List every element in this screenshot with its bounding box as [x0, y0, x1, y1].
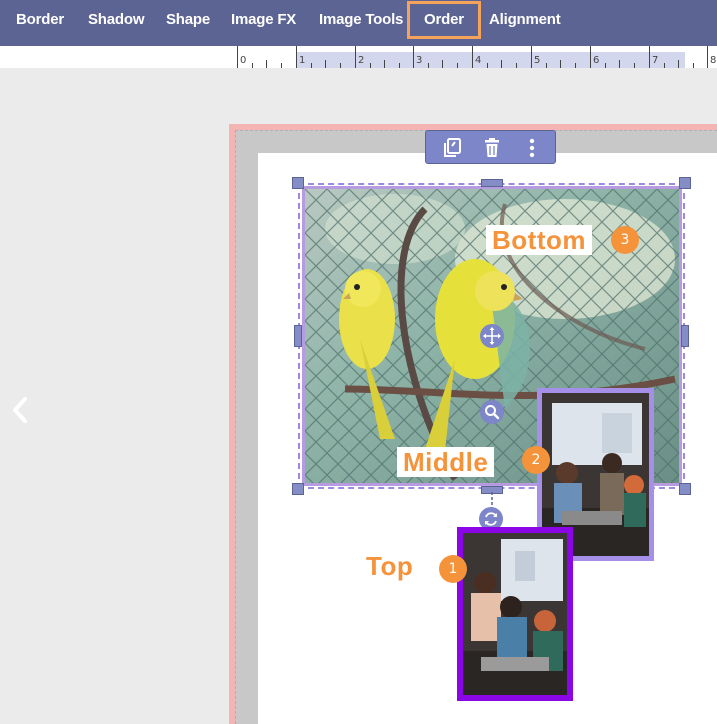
ruler-major-tick — [707, 46, 708, 68]
more-options-button[interactable] — [520, 136, 544, 160]
ruler-minor-tick — [325, 60, 326, 68]
resize-handle-bottom-left[interactable] — [292, 483, 304, 495]
tab-shadow[interactable]: Shadow — [88, 0, 145, 40]
middle-layer-number-badge: 2 — [522, 446, 550, 474]
ruler-minor-tick — [252, 63, 253, 68]
ruler-minor-tick — [575, 63, 576, 68]
trash-icon — [485, 138, 499, 157]
tab-order[interactable]: Order — [407, 1, 481, 39]
ruler-minor-tick — [340, 63, 341, 68]
zoom-button[interactable] — [480, 400, 504, 424]
ruler-minor-tick — [266, 60, 267, 68]
ruler-minor-tick — [678, 60, 679, 68]
ruler-minor-tick — [634, 63, 635, 68]
tab-alignment[interactable]: Alignment — [489, 0, 561, 40]
middle-layer-label: Middle — [397, 447, 495, 477]
top-layer-image[interactable] — [457, 527, 573, 701]
bottom-layer-number-badge: 3 — [611, 226, 639, 254]
delete-button[interactable] — [480, 136, 504, 160]
ruler-minor-tick — [516, 63, 517, 68]
ruler-minor-tick — [442, 60, 443, 68]
ruler-major-tick — [649, 46, 650, 68]
ruler-tick-label: 2 — [358, 55, 365, 66]
ruler-minor-tick — [693, 63, 694, 68]
horizontal-ruler: 0 1 2 3 4 5 6 7 8 — [0, 46, 717, 68]
ruler-major-tick — [355, 46, 356, 68]
ruler-minor-tick — [311, 63, 312, 68]
resize-handle-top-left[interactable] — [292, 177, 304, 189]
resize-handle-top[interactable] — [481, 179, 503, 187]
classroom-photo-top — [463, 533, 567, 695]
previous-page-button[interactable] — [9, 395, 31, 430]
ruler-minor-tick — [384, 60, 385, 68]
ruler-minor-tick — [605, 63, 606, 68]
top-layer-number-badge: 1 — [439, 555, 467, 583]
ruler-minor-tick — [457, 63, 458, 68]
resize-handle-left[interactable] — [294, 325, 302, 347]
resize-handle-bottom-right[interactable] — [679, 483, 691, 495]
rotate-connector — [491, 492, 493, 508]
ruler-tick-label: 8 — [710, 55, 717, 66]
bottom-layer-label: Bottom — [486, 225, 592, 255]
ruler-major-tick — [531, 46, 532, 68]
tab-border[interactable]: Border — [16, 0, 64, 40]
ruler-minor-tick — [428, 63, 429, 68]
ruler-tick-label: 5 — [534, 55, 541, 66]
duplicate-icon — [444, 138, 461, 157]
tab-image-fx[interactable]: Image FX — [231, 0, 296, 40]
ruler-major-tick — [413, 46, 414, 68]
tab-shape[interactable]: Shape — [166, 0, 210, 40]
duplicate-button[interactable] — [440, 136, 464, 160]
ruler-minor-tick — [560, 60, 561, 68]
ruler-minor-tick — [370, 63, 371, 68]
image-tools-bar — [425, 130, 556, 164]
zoom-icon — [485, 405, 500, 420]
top-layer-label: Top — [366, 551, 414, 581]
ruler-major-tick — [296, 46, 297, 68]
move-button[interactable] — [480, 324, 504, 348]
ruler-tick-label: 4 — [475, 55, 482, 66]
ruler-tick-label: 6 — [593, 55, 600, 66]
more-vertical-icon — [529, 138, 535, 158]
top-toolbar: Border Shadow Shape Image FX Image Tools… — [0, 0, 717, 46]
resize-handle-top-right[interactable] — [679, 177, 691, 189]
ruler-minor-tick — [501, 60, 502, 68]
ruler-minor-tick — [664, 63, 665, 68]
ruler-minor-tick — [281, 63, 282, 68]
ruler-tick-label: 3 — [416, 55, 423, 66]
ruler-minor-tick — [546, 63, 547, 68]
ruler-tick-label: 7 — [652, 55, 659, 66]
ruler-minor-tick — [619, 60, 620, 68]
chevron-left-icon — [13, 397, 27, 423]
ruler-tick-label: 0 — [240, 55, 247, 66]
ruler-major-tick — [590, 46, 591, 68]
ruler-major-tick — [237, 46, 238, 68]
tab-image-tools[interactable]: Image Tools — [319, 0, 403, 40]
ruler-major-tick — [472, 46, 473, 68]
ruler-minor-tick — [487, 63, 488, 68]
resize-handle-right[interactable] — [681, 325, 689, 347]
move-icon — [483, 327, 501, 345]
ruler-minor-tick — [399, 63, 400, 68]
ruler-tick-label: 1 — [299, 55, 306, 66]
